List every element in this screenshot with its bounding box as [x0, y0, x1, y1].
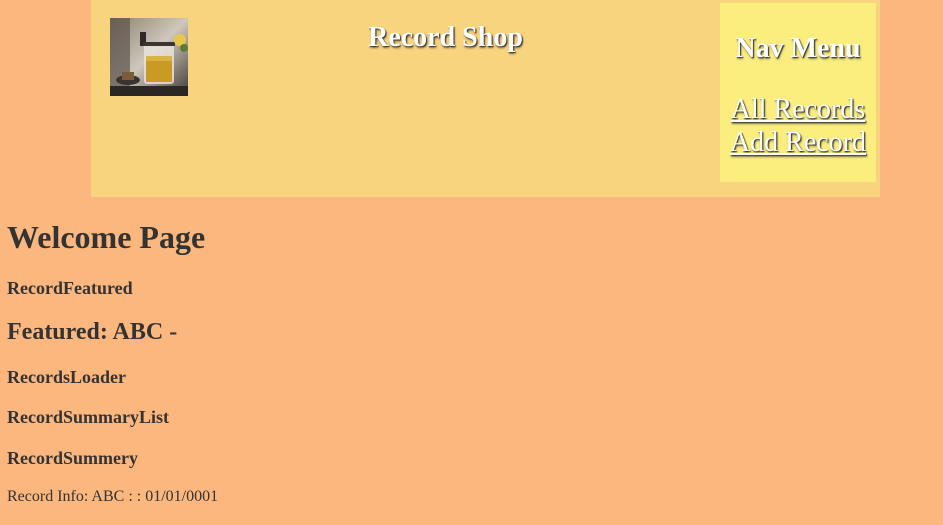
nav-menu-title: Nav Menu	[735, 33, 861, 64]
site-header: Record Shop Nav Menu All Records Add Rec…	[91, 0, 880, 197]
nav-link-add-record[interactable]: Add Record	[720, 126, 876, 159]
site-title: Record Shop	[368, 22, 523, 53]
featured-record-text: Featured: ABC -	[7, 319, 178, 345]
record-summery-label: RecordSummery	[7, 448, 138, 468]
records-loader-label: RecordsLoader	[7, 367, 126, 387]
record-info-text: Record Info: ABC : : 01/01/0001	[7, 488, 219, 505]
record-summary-list-label: RecordSummaryList	[7, 407, 169, 427]
nav-link-all-records[interactable]: All Records	[720, 93, 876, 126]
record-featured-label: RecordFeatured	[7, 278, 133, 298]
page-title: Welcome Page	[7, 219, 206, 255]
nav-links: All Records Add Record	[720, 93, 876, 159]
main-content: Welcome Page RecordFeatured Featured: AB…	[7, 219, 943, 505]
nav-menu: Nav Menu All Records Add Record	[720, 3, 876, 182]
